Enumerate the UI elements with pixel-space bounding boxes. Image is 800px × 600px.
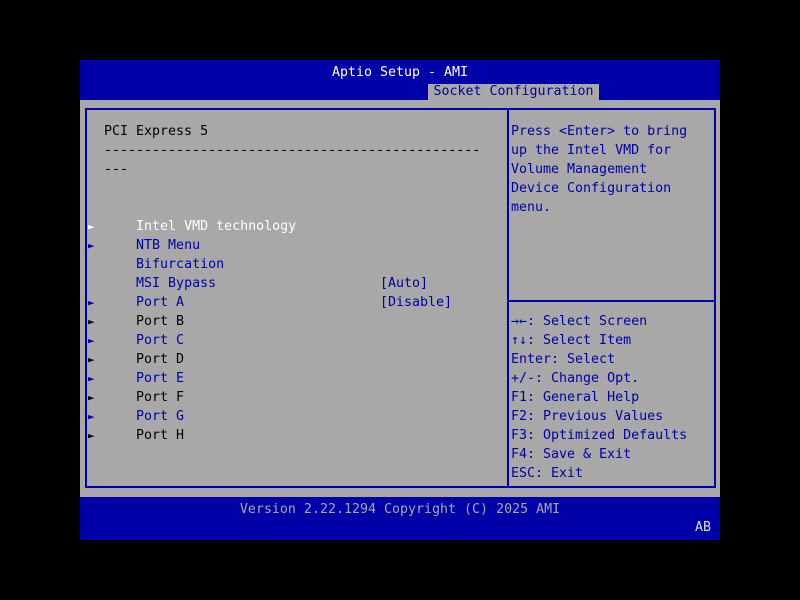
option-msi-bypass[interactable]: MSI Bypass [Disable]: [104, 255, 216, 274]
help-text-line: Device Configuration: [511, 179, 671, 198]
hotkey-hint-f3: F3: Optimized Defaults: [511, 426, 687, 445]
menu-item-port-h[interactable]: ►Port H: [104, 407, 184, 426]
submenu-arrow-icon: ►: [88, 293, 104, 312]
menu-item-port-f[interactable]: ►Port F: [104, 369, 184, 388]
submenu-arrow-icon: ►: [88, 426, 104, 445]
hotkey-hint-esc: ESC: Exit: [511, 464, 583, 483]
submenu-arrow-icon: ►: [88, 388, 104, 407]
submenu-arrow-icon: ►: [88, 236, 104, 255]
hotkey-hint-select-item: ↑↓: Select Item: [511, 331, 631, 350]
menu-item-port-e[interactable]: ►Port E: [104, 350, 184, 369]
menu-item-port-d[interactable]: ►Port D: [104, 331, 184, 350]
bios-screen: Aptio Setup - AMI Socket Configuration P…: [80, 60, 720, 540]
hotkey-hint-f4: F4: Save & Exit: [511, 445, 631, 464]
hotkey-hint-f1: F1: General Help: [511, 388, 639, 407]
help-text-line: up the Intel VMD for: [511, 141, 671, 160]
separator-line: ----------------------------------------…: [104, 141, 480, 160]
menu-item-port-b[interactable]: ►Port B: [104, 293, 184, 312]
build-id: AB: [695, 520, 711, 535]
separator-line: ---: [104, 160, 128, 179]
help-panel-divider: [507, 300, 716, 302]
help-text-line: Press <Enter> to bring: [511, 122, 687, 141]
hotkey-hint-f2: F2: Previous Values: [511, 407, 663, 426]
submenu-arrow-icon: ►: [88, 331, 104, 350]
tab-socket-configuration[interactable]: Socket Configuration: [428, 84, 599, 100]
page-title: Aptio Setup - AMI: [80, 65, 720, 84]
menu-item-port-a[interactable]: ►Port A: [104, 274, 184, 293]
menu-item-intel-vmd-technology[interactable]: ►Intel VMD technology: [104, 198, 296, 217]
footer-bar: Version 2.22.1294 Copyright (C) 2025 AMI…: [80, 497, 720, 540]
hotkey-hint-change-opt: +/-: Change Opt.: [511, 369, 639, 388]
section-header: PCI Express 5: [104, 122, 208, 141]
version-text: Version 2.22.1294 Copyright (C) 2025 AMI: [80, 502, 720, 521]
help-text-line: Volume Management: [511, 160, 647, 179]
menu-item-port-c[interactable]: ►Port C: [104, 312, 184, 331]
menu-item-ntb-menu[interactable]: ►NTB Menu: [104, 217, 200, 236]
panel-divider: [507, 110, 509, 486]
bios-setup-background: { "titlebar": { "title": "Aptio Setup - …: [0, 0, 800, 600]
help-text-line: menu.: [511, 198, 551, 217]
hotkey-hint-select-screen: →←: Select Screen: [511, 312, 647, 331]
submenu-arrow-icon: ►: [88, 312, 104, 331]
menu-item-port-g[interactable]: ►Port G: [104, 388, 184, 407]
submenu-arrow-icon: ►: [88, 217, 104, 236]
hotkey-hint-enter: Enter: Select: [511, 350, 615, 369]
title-bar: Aptio Setup - AMI Socket Configuration: [80, 60, 720, 100]
submenu-arrow-icon: ►: [88, 350, 104, 369]
submenu-arrow-icon: ►: [88, 369, 104, 388]
option-bifurcation[interactable]: Bifurcation [Auto]: [104, 236, 224, 255]
option-value[interactable]: [Disable]: [380, 293, 452, 312]
submenu-arrow-icon: ►: [88, 407, 104, 426]
menu-item-label: Port H: [136, 428, 184, 443]
option-value[interactable]: [Auto]: [380, 274, 428, 293]
